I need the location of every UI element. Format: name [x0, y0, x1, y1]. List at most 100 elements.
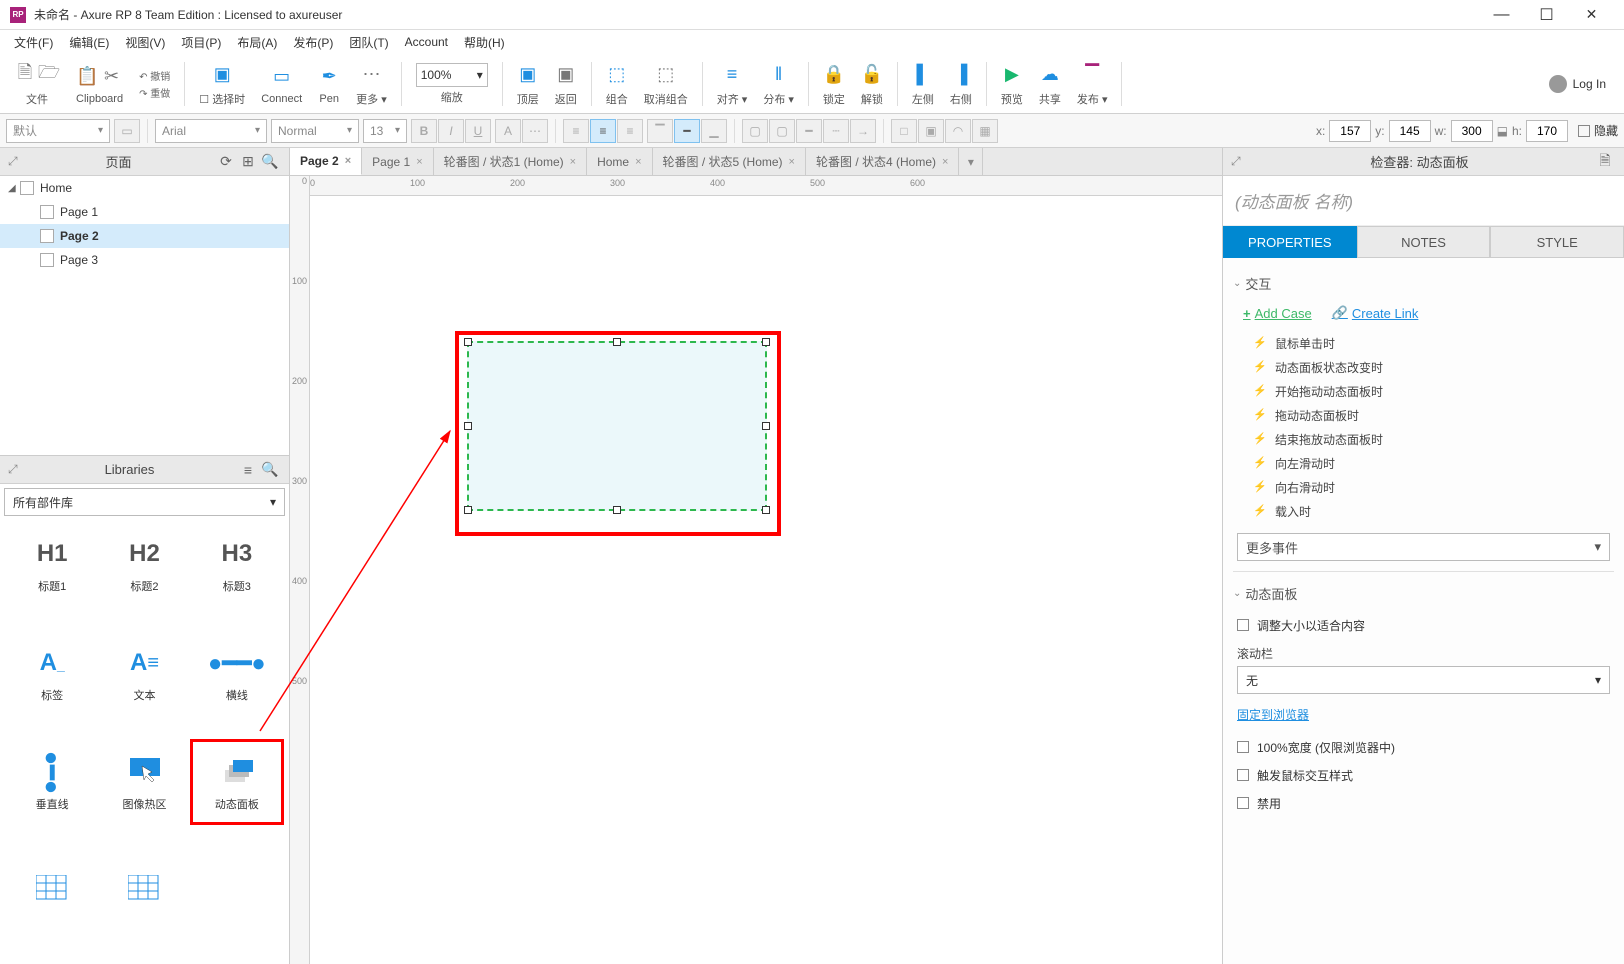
menu-project[interactable]: 项目(P): [173, 32, 229, 53]
document-tab[interactable]: 轮番图 / 状态5 (Home)×: [653, 148, 806, 175]
tool-publish[interactable]: ▔发布 ▾: [1071, 61, 1114, 107]
shape-style-button[interactable]: ▭: [114, 119, 140, 143]
line-width-button[interactable]: ━: [796, 119, 822, 143]
resize-handle[interactable]: [464, 506, 472, 514]
menu-arrange[interactable]: 布局(A): [229, 32, 285, 53]
close-tab-icon[interactable]: ×: [789, 156, 795, 168]
tool-distribute[interactable]: ‖分布 ▾: [757, 61, 800, 107]
login-button[interactable]: Log In: [1539, 75, 1616, 93]
tab-style[interactable]: STYLE: [1490, 226, 1624, 258]
resize-handle[interactable]: [762, 338, 770, 346]
line-color-button[interactable]: ▢: [769, 119, 795, 143]
library-widget-text[interactable]: H2标题2: [100, 524, 188, 604]
interaction-event[interactable]: ⚡鼠标单击时: [1253, 331, 1614, 355]
valign-top-button[interactable]: ▔: [647, 119, 673, 143]
tool-zoom[interactable]: 100%▾ 缩放: [410, 63, 494, 105]
align-center-button[interactable]: ≡: [590, 119, 616, 143]
pin-icon[interactable]: ⤢: [8, 154, 22, 169]
text-color-button[interactable]: A: [495, 119, 521, 143]
outer-shadow-button[interactable]: □: [891, 119, 917, 143]
tool-front[interactable]: ▣顶层: [511, 61, 545, 107]
interaction-event[interactable]: ⚡拖动动态面板时: [1253, 403, 1614, 427]
document-tab[interactable]: 轮番图 / 状态4 (Home)×: [806, 148, 959, 175]
undo-button[interactable]: ↶ 撤销: [139, 68, 170, 83]
canvas[interactable]: [310, 196, 1222, 964]
w-input[interactable]: [1451, 120, 1493, 142]
tab-overflow[interactable]: ▾: [959, 148, 983, 175]
library-menu-icon[interactable]: ≡: [237, 462, 259, 478]
redo-button[interactable]: ↷ 重做: [139, 85, 170, 100]
close-tab-icon[interactable]: ×: [942, 156, 948, 168]
interaction-event[interactable]: ⚡向右滑动时: [1253, 475, 1614, 499]
close-tab-icon[interactable]: ×: [570, 156, 576, 168]
resize-handle[interactable]: [613, 338, 621, 346]
library-widget-label-blue[interactable]: A_标签: [8, 633, 96, 713]
italic-button[interactable]: I: [438, 119, 464, 143]
valign-middle-button[interactable]: ━: [674, 119, 700, 143]
library-widget-vline-blue[interactable]: ●━●垂直线: [8, 742, 96, 822]
tab-properties[interactable]: PROPERTIES: [1223, 226, 1357, 258]
tool-left[interactable]: ▌左侧: [906, 61, 940, 107]
scroll-select[interactable]: 无▾: [1237, 666, 1610, 694]
h-input[interactable]: [1526, 120, 1568, 142]
page-tree-item[interactable]: ◢Home: [0, 176, 289, 200]
tab-notes[interactable]: NOTES: [1357, 226, 1491, 258]
maximize-button[interactable]: ☐: [1524, 1, 1569, 29]
tool-ungroup[interactable]: ⬚取消组合: [638, 61, 694, 107]
inner-shadow-button[interactable]: ▣: [918, 119, 944, 143]
document-tab[interactable]: Page 1×: [362, 148, 433, 175]
menu-file[interactable]: 文件(F): [6, 32, 61, 53]
close-tab-icon[interactable]: ×: [416, 156, 422, 168]
menu-publish[interactable]: 发布(P): [285, 32, 341, 53]
note-icon[interactable]: 🗎: [1594, 150, 1616, 174]
underline-button[interactable]: U: [465, 119, 491, 143]
resize-handle[interactable]: [464, 338, 472, 346]
tool-right[interactable]: ▐右侧: [944, 61, 978, 107]
search-icon[interactable]: 🔍: [259, 153, 281, 170]
add-case-link[interactable]: +Add Case: [1243, 305, 1312, 321]
resize-handle[interactable]: [762, 506, 770, 514]
add-page-icon[interactable]: ⟳: [215, 153, 237, 170]
tool-share[interactable]: ☁共享: [1033, 61, 1067, 107]
padding-button[interactable]: ▦: [972, 119, 998, 143]
tool-back[interactable]: ▣返回: [549, 61, 583, 107]
tool-clipboard[interactable]: 📋✂ Clipboard: [70, 63, 129, 105]
pin-icon[interactable]: ⤢: [8, 462, 22, 477]
page-tree-item[interactable]: Page 2: [0, 224, 289, 248]
tool-pen[interactable]: ✒Pen: [312, 63, 346, 105]
tool-unlock[interactable]: 🔓解锁: [855, 61, 889, 107]
close-button[interactable]: ✕: [1569, 1, 1614, 29]
tool-align[interactable]: ≡对齐 ▾: [711, 61, 754, 107]
pin-icon[interactable]: ⤢: [1231, 154, 1245, 169]
minimize-button[interactable]: —: [1479, 1, 1524, 29]
hidden-checkbox[interactable]: 隐藏: [1578, 122, 1618, 139]
resize-handle[interactable]: [464, 422, 472, 430]
fit-content-checkbox[interactable]: 调整大小以适合内容: [1233, 611, 1614, 639]
library-widget-text[interactable]: H3标题3: [193, 524, 281, 604]
library-widget[interactable]: [8, 851, 96, 931]
widget-style-select[interactable]: 默认▾: [6, 119, 110, 143]
tool-more[interactable]: ⋯更多 ▾: [350, 61, 393, 107]
close-tab-icon[interactable]: ×: [345, 155, 351, 167]
dynamic-panel-widget[interactable]: [467, 341, 767, 511]
tool-group[interactable]: ⬚组合: [600, 61, 634, 107]
corner-button[interactable]: ◠: [945, 119, 971, 143]
bold-button[interactable]: B: [411, 119, 437, 143]
fill-button[interactable]: ▢: [742, 119, 768, 143]
menu-help[interactable]: 帮助(H): [456, 32, 513, 53]
menu-view[interactable]: 视图(V): [117, 32, 173, 53]
resize-handle[interactable]: [613, 506, 621, 514]
resize-handle[interactable]: [762, 422, 770, 430]
x-input[interactable]: [1329, 120, 1371, 142]
document-tab[interactable]: Home×: [587, 148, 652, 175]
tool-lock[interactable]: 🔒锁定: [817, 61, 851, 107]
tool-select[interactable]: ▣☐ 选择时: [193, 61, 251, 107]
arrow-button[interactable]: →: [850, 119, 876, 143]
menu-account[interactable]: Account: [397, 33, 456, 51]
menu-team[interactable]: 团队(T): [341, 32, 396, 53]
add-folder-icon[interactable]: ⊞: [237, 153, 259, 170]
library-widget-hline-blue[interactable]: ●━━●横线: [193, 633, 281, 713]
close-tab-icon[interactable]: ×: [635, 156, 641, 168]
font-size-select[interactable]: 13▾: [363, 119, 407, 143]
search-icon[interactable]: 🔍: [259, 461, 281, 478]
